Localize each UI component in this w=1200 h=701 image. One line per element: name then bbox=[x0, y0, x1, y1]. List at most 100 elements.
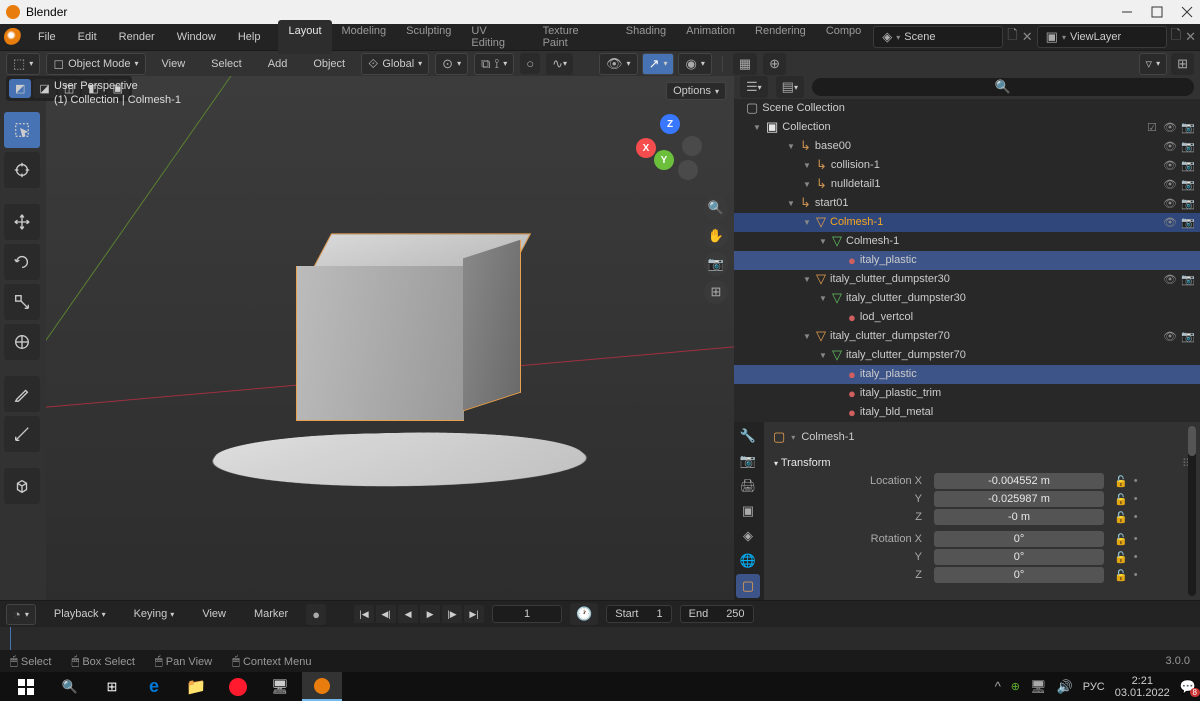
pivot-dropdown[interactable]: ⊙▾ bbox=[435, 53, 468, 75]
blender-taskbar-button[interactable] bbox=[302, 672, 342, 701]
menu-window[interactable]: Window bbox=[167, 27, 226, 47]
timeline-playback[interactable]: Playback ▾ bbox=[44, 604, 116, 624]
lock-icon[interactable]: 🔓 bbox=[1114, 475, 1128, 488]
tab-uv-editing[interactable]: UV Editing bbox=[461, 20, 532, 54]
outliner-item[interactable]: ▼▽italy_clutter_dumpster70 bbox=[734, 346, 1200, 365]
jump-start-btn[interactable]: |◀ bbox=[354, 605, 374, 623]
outliner-scene-collection[interactable]: ▢ Scene Collection bbox=[734, 99, 1200, 118]
camera-icon[interactable]: 📷 bbox=[1180, 177, 1196, 191]
outliner-item[interactable]: ▼↳base00👁📷 bbox=[734, 137, 1200, 156]
keyframe-prev-btn[interactable]: ◀| bbox=[376, 605, 396, 623]
snap-dropdown[interactable]: ⧉⟟▾ bbox=[474, 53, 514, 75]
prop-tab-viewlayer[interactable]: ▣ bbox=[736, 499, 760, 523]
tool-transform[interactable] bbox=[4, 324, 40, 360]
end-frame-field[interactable]: End 250 bbox=[680, 605, 754, 623]
new-viewlayer-icon[interactable]: 🗋 bbox=[1171, 26, 1181, 48]
select-mode-extend[interactable]: ◩ bbox=[9, 79, 31, 98]
autokey-btn[interactable]: ● bbox=[306, 604, 326, 625]
tab-rendering[interactable]: Rendering bbox=[745, 20, 816, 54]
outliner-type-icon[interactable]: ☰▾ bbox=[740, 76, 768, 98]
keyframe-next-btn[interactable]: |▶ bbox=[442, 605, 462, 623]
axis-neg-icon[interactable] bbox=[682, 136, 702, 156]
prop-edit-curve[interactable]: ∿▾ bbox=[546, 53, 573, 75]
axis-x-icon[interactable]: X bbox=[636, 138, 656, 158]
jump-end-btn[interactable]: ▶| bbox=[464, 605, 484, 623]
perspective-button[interactable]: ⊞ bbox=[704, 280, 728, 304]
play-reverse-btn[interactable]: ◀ bbox=[398, 605, 418, 623]
tab-texture-paint[interactable]: Texture Paint bbox=[533, 20, 616, 54]
lock-icon[interactable]: 🔓 bbox=[1114, 493, 1128, 506]
lock-icon[interactable]: 🔓 bbox=[1114, 511, 1128, 524]
header-view[interactable]: View bbox=[152, 54, 196, 74]
outliner-item[interactable]: ▼↳start01👁📷 bbox=[734, 194, 1200, 213]
camera-icon[interactable]: 📷 bbox=[1180, 158, 1196, 172]
outliner-item[interactable]: ●lod_vertcol bbox=[734, 308, 1200, 327]
outliner-search[interactable]: 🔍 bbox=[812, 78, 1194, 96]
tool-cursor[interactable] bbox=[4, 152, 40, 188]
eye-icon[interactable]: 👁 bbox=[1162, 158, 1178, 172]
explorer-button[interactable]: 📁 bbox=[176, 672, 216, 701]
viewport-3d[interactable]: User Perspective (1) Collection | Colmes… bbox=[46, 76, 734, 600]
tray-clock[interactable]: 2:21 03.01.2022 bbox=[1115, 675, 1170, 699]
outliner-item[interactable]: ▼▽Colmesh-1 bbox=[734, 232, 1200, 251]
header-select[interactable]: Select bbox=[201, 54, 252, 74]
tab-modeling[interactable]: Modeling bbox=[332, 20, 397, 54]
scene-field[interactable]: ◈ ▾ Scene bbox=[873, 26, 1003, 48]
select-mode-sub[interactable]: ◪ bbox=[33, 79, 55, 98]
outliner-item[interactable]: ▼↳collision-1👁📷 bbox=[734, 156, 1200, 175]
tool-annotate[interactable] bbox=[4, 376, 40, 412]
start-frame-field[interactable]: Start 1 bbox=[606, 605, 671, 623]
start-button[interactable] bbox=[4, 672, 48, 701]
tab-sculpting[interactable]: Sculpting bbox=[396, 20, 461, 54]
opera-button[interactable] bbox=[218, 672, 258, 701]
prop-tab-render[interactable]: 📷 bbox=[736, 449, 760, 473]
prop-tab-scene[interactable]: ◈ bbox=[736, 524, 760, 548]
camera-icon[interactable]: 📷 bbox=[1180, 139, 1196, 153]
scrollbar[interactable] bbox=[1188, 426, 1196, 596]
tab-layout[interactable]: Layout bbox=[278, 20, 331, 54]
location-x-field[interactable]: -0.004552 m bbox=[934, 473, 1104, 489]
prop-tab-object[interactable]: ▢ bbox=[736, 574, 760, 598]
visibility-dropdown[interactable]: 👁▾ bbox=[599, 53, 638, 75]
search-button[interactable]: 🔍 bbox=[50, 672, 90, 701]
minimize-button[interactable] bbox=[1120, 5, 1134, 19]
pan-button[interactable]: ✋ bbox=[704, 224, 728, 248]
tab-compositing[interactable]: Compo bbox=[816, 20, 871, 54]
checkbox-icon[interactable]: ☑ bbox=[1144, 120, 1160, 134]
close-button[interactable] bbox=[1180, 5, 1194, 19]
eye-icon[interactable]: 👁 bbox=[1162, 177, 1178, 191]
lock-icon[interactable]: 🔓 bbox=[1114, 569, 1128, 582]
current-frame-field[interactable]: 1 bbox=[492, 605, 562, 623]
app-button[interactable]: 🖥 bbox=[260, 672, 300, 701]
tray-lang[interactable]: РУС bbox=[1083, 681, 1105, 693]
axis-z-icon[interactable]: Z bbox=[660, 114, 680, 134]
tray-notifications-icon[interactable]: 💬 8 bbox=[1180, 679, 1196, 695]
outliner-item[interactable]: ▼▽italy_clutter_dumpster30 bbox=[734, 289, 1200, 308]
lock-icon[interactable]: 🔓 bbox=[1114, 551, 1128, 564]
menu-help[interactable]: Help bbox=[228, 27, 271, 47]
camera-icon[interactable]: 📷 bbox=[1180, 329, 1196, 343]
viewlayer-field[interactable]: ▣ ▾ ViewLayer bbox=[1037, 26, 1167, 48]
mode-dropdown[interactable]: ◻ Object Mode ▾ bbox=[46, 53, 145, 75]
delete-viewlayer-icon[interactable]: ✕ bbox=[1185, 29, 1196, 45]
tab-animation[interactable]: Animation bbox=[676, 20, 745, 54]
transform-section[interactable]: ▾ Transform ⠿ bbox=[770, 454, 1194, 472]
menu-file[interactable]: File bbox=[28, 27, 66, 47]
gizmo-dropdown[interactable]: ↗▾ bbox=[642, 53, 675, 75]
menu-edit[interactable]: Edit bbox=[68, 27, 107, 47]
edge-button[interactable]: e bbox=[134, 672, 174, 701]
orientation-dropdown[interactable]: ⟐ Global ▾ bbox=[361, 53, 429, 75]
outliner-item[interactable]: ▼▽Colmesh-1👁📷 bbox=[734, 213, 1200, 232]
editor-type-dropdown[interactable]: ⬚▾ bbox=[6, 53, 40, 75]
outliner-collection[interactable]: ▼ ▣ Collection ☑ 👁 📷 bbox=[734, 118, 1200, 137]
task-view-button[interactable]: ⊞ bbox=[92, 672, 132, 701]
rotation-z-field[interactable]: 0° bbox=[934, 567, 1104, 583]
camera-icon[interactable]: 📷 bbox=[1180, 196, 1196, 210]
menu-render[interactable]: Render bbox=[109, 27, 165, 47]
filter-dropdown[interactable]: ▿▾ bbox=[1139, 53, 1168, 75]
outliner-display-icon[interactable]: ▤▾ bbox=[776, 76, 804, 98]
object-name[interactable]: Colmesh-1 bbox=[801, 431, 854, 443]
tool-measure[interactable] bbox=[4, 416, 40, 452]
eye-icon[interactable]: 👁 bbox=[1162, 329, 1178, 343]
outliner[interactable]: ▢ Scene Collection ▼ ▣ Collection ☑ 👁 📷 … bbox=[734, 99, 1200, 422]
